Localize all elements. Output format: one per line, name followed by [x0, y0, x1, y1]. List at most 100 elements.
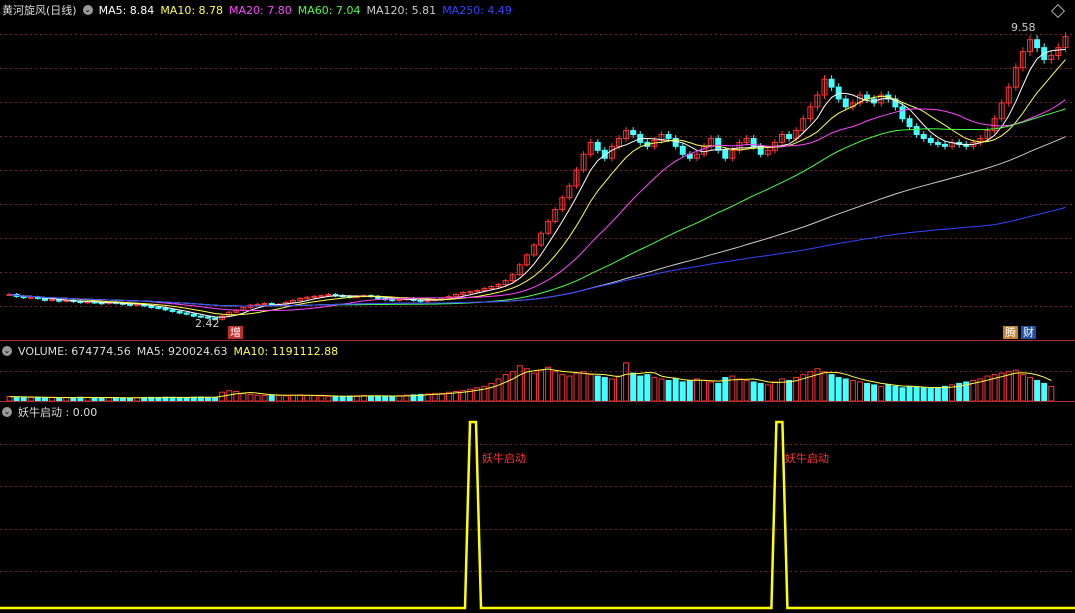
volume-bar	[864, 382, 871, 401]
candle-body	[828, 78, 835, 88]
candle-body	[77, 301, 84, 304]
candle-body	[927, 137, 934, 143]
volume-bar	[495, 378, 502, 401]
candle-body	[148, 305, 155, 308]
candle-body	[190, 313, 197, 317]
volume-bar	[1019, 374, 1026, 401]
volume-bar	[934, 387, 941, 401]
settings-circle-icon[interactable]: ⌄	[2, 346, 12, 356]
candle-body	[176, 310, 183, 314]
moving-average-line	[9, 59, 1066, 316]
candle-body	[27, 296, 34, 299]
volume-bar	[814, 368, 821, 401]
moving-average-line	[9, 99, 1066, 312]
indicator-legend-item: 妖牛启动 : 0.00	[18, 406, 98, 419]
candle-body	[899, 106, 906, 120]
volume-bar	[701, 379, 708, 401]
candle-body	[155, 306, 162, 309]
low-price-label: 2.42	[195, 317, 220, 330]
candle-body	[715, 137, 722, 151]
volume-bar	[828, 374, 835, 401]
stock-title[interactable]: 黄河旋风(日线)	[2, 2, 77, 18]
candle-body	[49, 299, 56, 302]
volume-bar	[892, 385, 899, 401]
cai-marker[interactable]: 财	[1021, 326, 1036, 339]
candle-body	[424, 299, 431, 302]
zeng-marker[interactable]: 增	[228, 326, 243, 339]
volume-bar	[906, 385, 913, 401]
volume-chart-pane[interactable]: ⌄ VOLUME: 674774.56 MA5: 920024.63 MA10: 1…	[0, 341, 1075, 401]
ma-legend-item: MA250: 4.49	[442, 3, 512, 17]
volume-bar	[856, 381, 863, 401]
candle-body	[417, 299, 424, 302]
candle-body	[183, 312, 190, 315]
volume-legend-items: VOLUME: 674774.56 MA5: 920024.63 MA10: 119…	[18, 345, 338, 358]
ma-legend-item: MA10: 8.78	[160, 3, 224, 17]
teng-marker[interactable]: 腾	[1003, 326, 1018, 339]
signal-line	[0, 420, 1075, 610]
volume-bar	[545, 366, 552, 401]
volume-legend-item: MA10: 1191112.88	[233, 344, 339, 358]
candle-body	[679, 145, 686, 155]
moving-average-line	[9, 48, 1066, 318]
volume-bar	[559, 374, 566, 401]
settings-circle-icon[interactable]: ⌄	[2, 407, 12, 417]
volume-legend-item: VOLUME: 674774.56	[18, 344, 131, 358]
indicator-line[interactable]	[0, 402, 1075, 613]
candle-body	[906, 118, 913, 128]
ma-legend-items: MA5: 8.84 MA10: 8.78 MA20: 7.80 MA60: 7.04 M…	[99, 4, 512, 17]
volume-legend-item: MA5: 920024.63	[136, 344, 228, 358]
volume-bar	[913, 386, 920, 401]
volume-bar	[750, 381, 757, 401]
volume-legend: ⌄ VOLUME: 674774.56 MA5: 920024.63 MA10: 1…	[2, 344, 338, 358]
volume-bar	[708, 381, 715, 401]
candle-body	[786, 134, 793, 139]
moving-average-line	[9, 108, 1066, 307]
volume-bar	[594, 375, 601, 401]
candle-body	[84, 301, 91, 304]
moving-average-line	[9, 136, 1066, 307]
candle-body	[467, 291, 474, 294]
volume-bar	[1027, 377, 1034, 401]
settings-circle-icon[interactable]: ⌄	[82, 5, 93, 15]
volume-bar	[878, 385, 885, 401]
indicator-chart-pane[interactable]: ⌄ 妖牛启动 : 0.00 妖牛启动 妖牛启动	[0, 402, 1075, 613]
volume-bar	[247, 393, 254, 401]
volume-bar	[240, 393, 247, 401]
candle-body	[162, 307, 169, 311]
candle-body	[389, 299, 396, 302]
volume-bar	[764, 384, 771, 401]
volume-bar	[608, 378, 615, 401]
volume-bar	[530, 372, 537, 401]
volume-bar	[573, 372, 580, 401]
volume-bar	[538, 369, 545, 401]
ma-legend-item: MA120: 5.81	[366, 3, 437, 17]
volume-bar	[693, 378, 700, 401]
candle-body	[41, 297, 48, 301]
volume-bar	[509, 371, 516, 401]
volume-bar	[658, 378, 665, 401]
volume-bar	[226, 390, 233, 401]
candle-body	[318, 295, 325, 298]
volume-bar	[757, 382, 764, 401]
candle-body	[665, 134, 672, 139]
price-chart-pane[interactable]: 黄河旋风(日线) ⌄ MA5: 8.84 MA10: 8.78 MA20: 7.80…	[0, 0, 1075, 340]
volume-bar	[580, 371, 587, 401]
candle-body	[254, 303, 261, 306]
signal-label: 妖牛启动	[482, 452, 526, 465]
candle-body	[311, 295, 318, 298]
volume-bar	[842, 378, 849, 401]
candle-body	[913, 126, 920, 136]
volume-bar	[1041, 382, 1048, 401]
candle-body	[594, 141, 601, 151]
candle-body	[127, 303, 133, 306]
candlestick-chart[interactable]	[0, 0, 1075, 340]
ma-legend-item: MA20: 7.80	[229, 3, 292, 17]
indicator-legend-items: 妖牛启动 : 0.00	[18, 404, 97, 420]
moving-average-line	[9, 207, 1066, 307]
candle-body	[169, 309, 176, 312]
volume-bar	[644, 374, 651, 401]
volume-bar	[743, 379, 750, 401]
volume-bar	[871, 384, 878, 401]
volume-bar	[786, 379, 793, 401]
